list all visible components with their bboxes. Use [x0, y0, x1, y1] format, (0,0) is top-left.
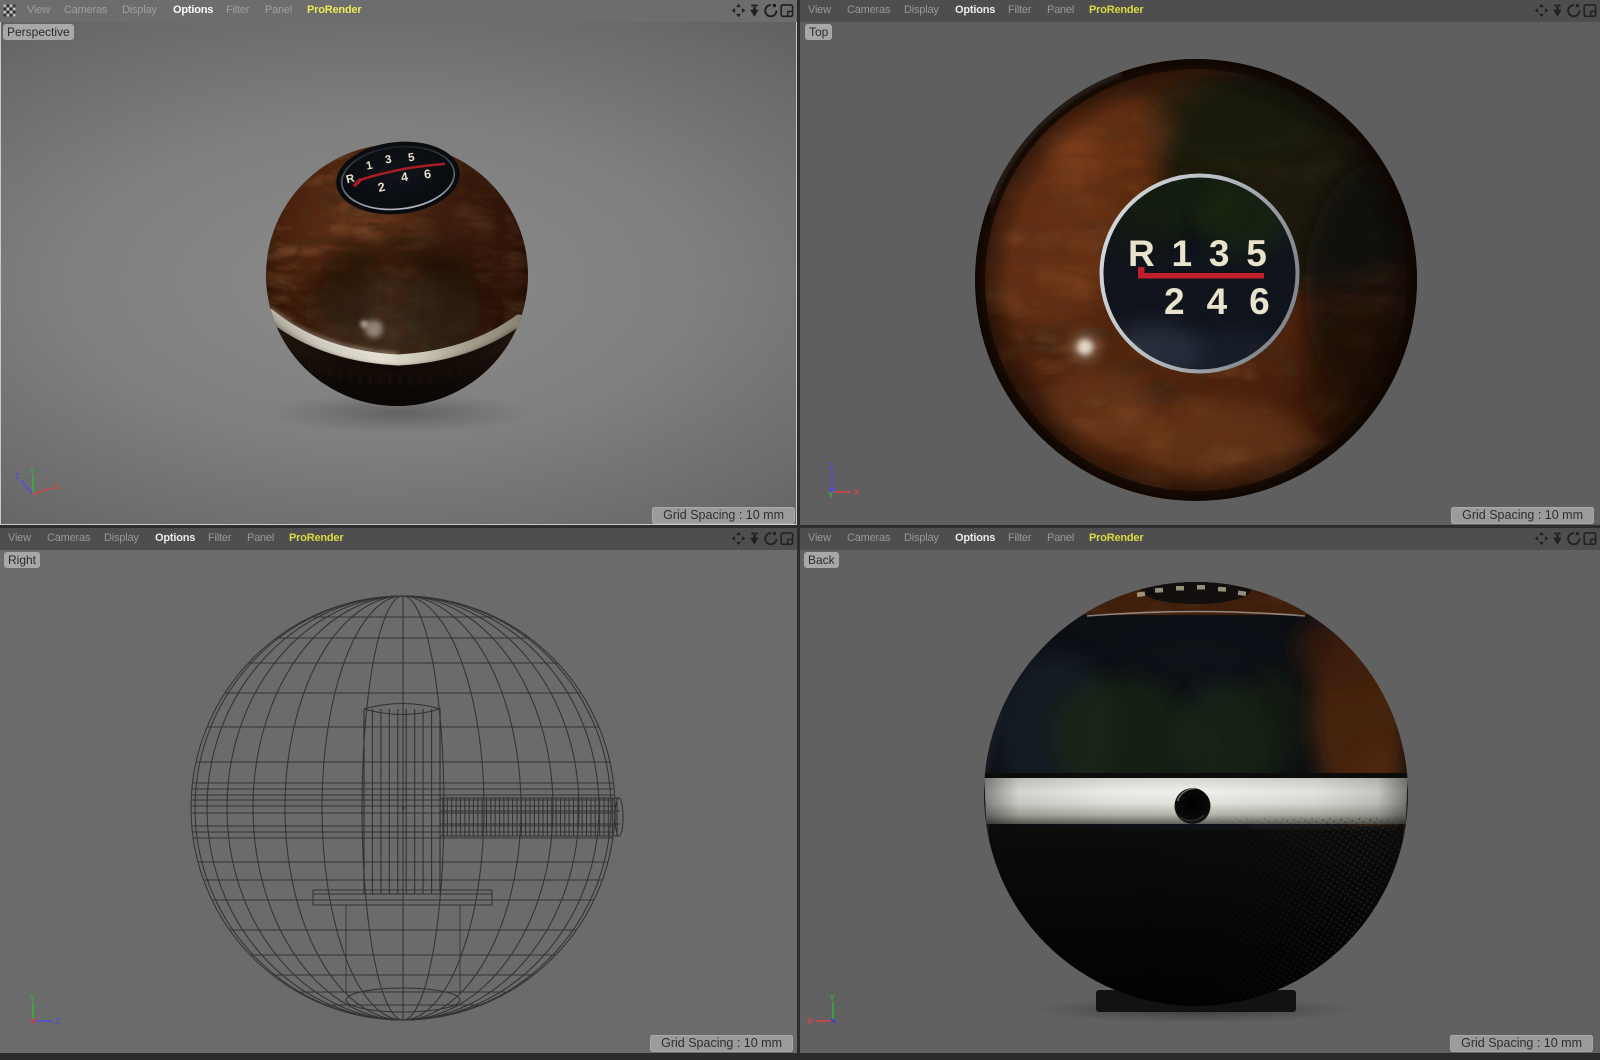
svg-text:Z: Z	[15, 472, 20, 481]
svg-text:Y: Y	[828, 491, 834, 500]
svg-text:Y: Y	[830, 994, 836, 1003]
svg-text:Z: Z	[55, 1017, 60, 1026]
svg-text:Y: Y	[30, 994, 36, 1003]
svg-text:R135: R135	[1128, 233, 1284, 274]
svg-text:X: X	[854, 488, 860, 497]
svg-text:Y: Y	[30, 468, 36, 477]
svg-text:Z: Z	[829, 462, 834, 471]
svg-text:246: 246	[1164, 281, 1292, 322]
svg-text:X: X	[807, 1017, 813, 1026]
svg-text:X: X	[54, 483, 60, 492]
